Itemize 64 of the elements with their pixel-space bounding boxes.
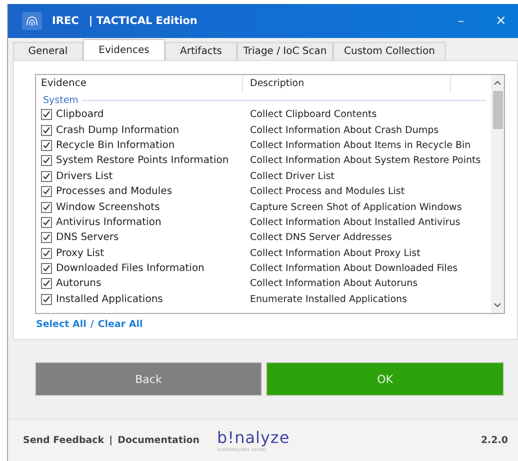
table-cell: Antivirus Information [56,216,162,228]
table-cell-text: Collect Information About Crash Dumps [249,124,439,136]
table-cell-text: Collect Information About Proxy List [249,248,420,259]
fingerprint-icon [22,12,42,30]
close-button[interactable]: ✕ [488,14,514,28]
checkbox[interactable] [41,186,52,198]
scroll-down-icon[interactable] [494,303,501,307]
table-cell: Proxy List [56,248,104,259]
table-cell: Processes and Modules [56,186,172,198]
tab[interactable]: General [13,42,83,60]
table-cell-text: Collect Information About Autoruns [249,278,418,290]
table-cell-text: Collect Process and Modules List [249,186,405,198]
scroll-thumb[interactable] [492,91,502,129]
table-cell: Autoruns [56,278,102,290]
table-cell: Drivers List [56,170,113,182]
table-cell-text: Collect Information About System Restore Points [249,155,481,166]
select-all-link[interactable]: Select All [36,319,86,330]
edition-label: | TACTICAL Edition [88,15,198,27]
checkbox[interactable] [41,294,52,305]
checkbox[interactable] [41,232,52,244]
scroll-up-icon[interactable] [494,81,501,85]
checkbox[interactable] [41,278,52,290]
scrollbar[interactable] [490,75,504,313]
table-cell: Downloaded Files Information [56,263,204,274]
table-cell-text: Collect Information About Installed Antivirus [249,216,460,228]
separator-text: | [109,435,113,446]
table-cell-text: Capture Screen Shot of Application Windows [249,202,462,213]
table-cell-text: Collect Clipboard Contents [249,109,377,120]
table-cell: DNS Servers [56,232,119,244]
checkbox[interactable] [41,170,52,182]
checkbox[interactable] [41,155,52,166]
logo-text: b!nalyze [217,429,290,447]
separator-text: / [90,319,94,330]
version-label: 2.2.0 [480,435,508,446]
tab[interactable]: Evidences [83,39,165,60]
checkbox[interactable] [41,109,52,120]
table-cell: Installed Applications [56,294,163,305]
checkbox[interactable] [41,140,52,151]
checkbox[interactable] [41,124,52,136]
table-cell: System Restore Points Information [56,155,229,166]
feedback-link[interactable]: Send Feedback [23,435,104,446]
table-cell-text: Enumerate Installed Applications [249,294,407,305]
table-cell: Crash Dump Information [56,124,180,136]
documentation-link[interactable]: Documentation [118,435,200,446]
group-label: System [43,94,78,106]
column-header[interactable]: Description [243,75,451,93]
table-cell-text: Collect Driver List [249,170,334,182]
clear-all-link[interactable]: Clear All [98,319,143,330]
table-cell-text: Collect Information About Items in Recycle Bin [249,140,471,151]
checkbox[interactable] [41,202,52,213]
checkbox[interactable] [41,216,52,228]
table-cell: Window Screenshots [56,202,160,213]
table-cell-text: Collect Information About Downloaded Files [249,263,458,274]
tab[interactable]: Triage / IoC Scan [237,42,333,60]
minimize-button[interactable]: – [448,14,474,28]
checkbox[interactable] [41,248,52,259]
tab[interactable]: Custom Collection [333,42,446,60]
column-header[interactable]: Evidence [36,75,243,93]
window-title: IREC [52,15,79,27]
table-cell-text: Collect DNS Server Addresses [249,232,392,244]
table-cell: Clipboard [56,109,104,120]
table-cell: Recycle Bin Information [56,140,175,151]
checkbox[interactable] [41,263,52,274]
tab[interactable]: Artifacts [165,42,237,60]
